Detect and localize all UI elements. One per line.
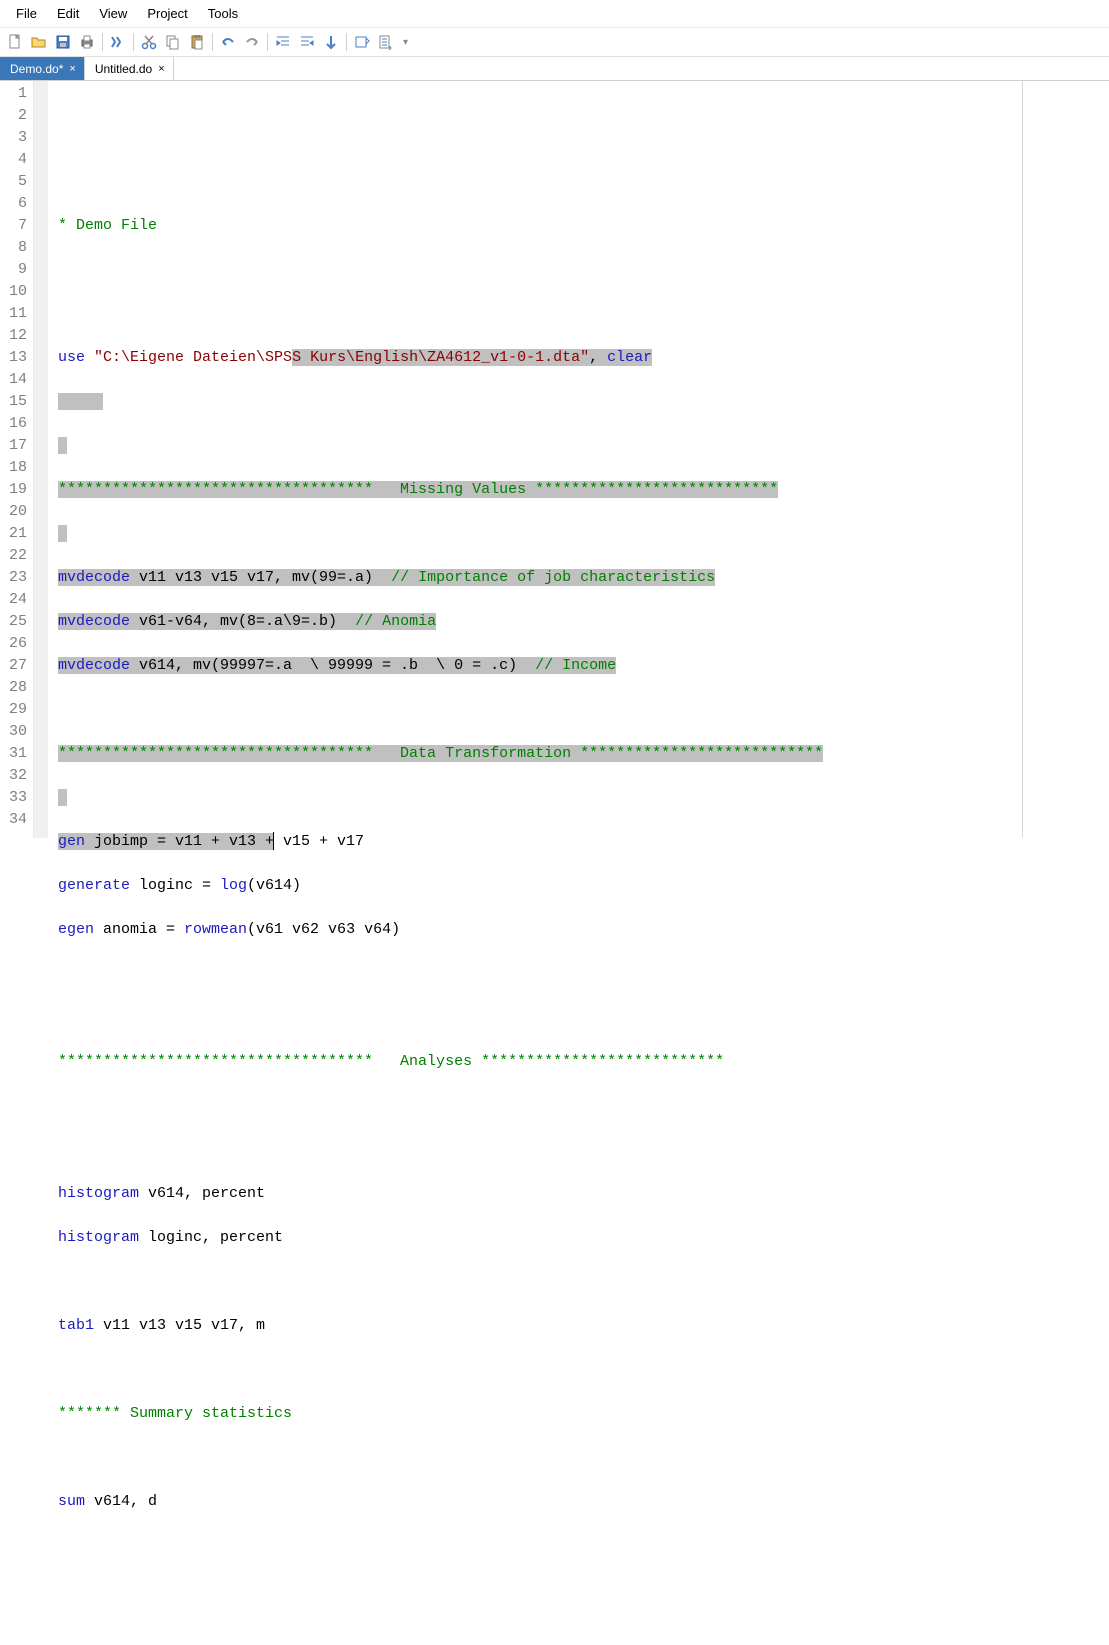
menu-bar: File Edit View Project Tools [0,0,1109,28]
line-number: 1 [0,83,27,105]
line-number: 15 [0,391,27,413]
line-number: 9 [0,259,27,281]
line-number: 29 [0,699,27,721]
indent-icon[interactable] [272,31,294,53]
line-number: 32 [0,765,27,787]
line-number: 6 [0,193,27,215]
line-number: 18 [0,457,27,479]
copy-icon[interactable] [162,31,184,53]
separator [267,33,268,51]
separator [346,33,347,51]
run-icon[interactable] [351,31,373,53]
separator [102,33,103,51]
line-number: 23 [0,567,27,589]
line-number: 4 [0,149,27,171]
find-icon[interactable] [107,31,129,53]
line-number: 26 [0,633,27,655]
menu-edit[interactable]: Edit [47,4,89,23]
line-number: 2 [0,105,27,127]
fold-margin [34,81,48,838]
menu-view[interactable]: View [89,4,137,23]
line-number: 28 [0,677,27,699]
toolbar: ▾ [0,28,1109,57]
line-number-gutter: 1234567891011121314151617181920212223242… [0,81,34,838]
line-number: 34 [0,809,27,831]
close-icon[interactable]: × [69,63,75,75]
line-number: 14 [0,369,27,391]
line-number: 21 [0,523,27,545]
new-file-icon[interactable] [4,31,26,53]
separator [212,33,213,51]
toolbar-overflow-icon[interactable]: ▾ [399,37,412,48]
print-margin [1022,81,1023,838]
cut-icon[interactable] [138,31,160,53]
redo-icon[interactable] [241,31,263,53]
tab-demo[interactable]: Demo.do* × [0,57,85,80]
line-number: 17 [0,435,27,457]
menu-file[interactable]: File [6,4,47,23]
tab-bar: Demo.do* × Untitled.do × [0,57,1109,81]
menu-project[interactable]: Project [137,4,197,23]
open-file-icon[interactable] [28,31,50,53]
tab-untitled[interactable]: Untitled.do × [85,57,174,80]
line-number: 24 [0,589,27,611]
run-selection-icon[interactable] [375,31,397,53]
line-number: 10 [0,281,27,303]
code-area[interactable]: * Demo File use "C:\Eigene Dateien\SPSS … [48,81,1109,838]
save-icon[interactable] [52,31,74,53]
line-number: 30 [0,721,27,743]
outdent-icon[interactable] [296,31,318,53]
separator [133,33,134,51]
line-number: 20 [0,501,27,523]
line-number: 33 [0,787,27,809]
close-icon[interactable]: × [158,63,164,75]
line-number: 11 [0,303,27,325]
line-number: 7 [0,215,27,237]
line-number: 25 [0,611,27,633]
undo-icon[interactable] [217,31,239,53]
bookmark-icon[interactable] [320,31,342,53]
line-number: 31 [0,743,27,765]
line-number: 22 [0,545,27,567]
tab-label: Untitled.do [95,62,152,76]
line-number: 16 [0,413,27,435]
line-number: 12 [0,325,27,347]
line-number: 13 [0,347,27,369]
paste-icon[interactable] [186,31,208,53]
tab-label: Demo.do* [10,62,63,76]
editor: 1234567891011121314151617181920212223242… [0,81,1109,838]
line-number: 3 [0,127,27,149]
line-number: 5 [0,171,27,193]
line-number: 19 [0,479,27,501]
line-number: 8 [0,237,27,259]
print-icon[interactable] [76,31,98,53]
menu-tools[interactable]: Tools [198,4,248,23]
line-number: 27 [0,655,27,677]
